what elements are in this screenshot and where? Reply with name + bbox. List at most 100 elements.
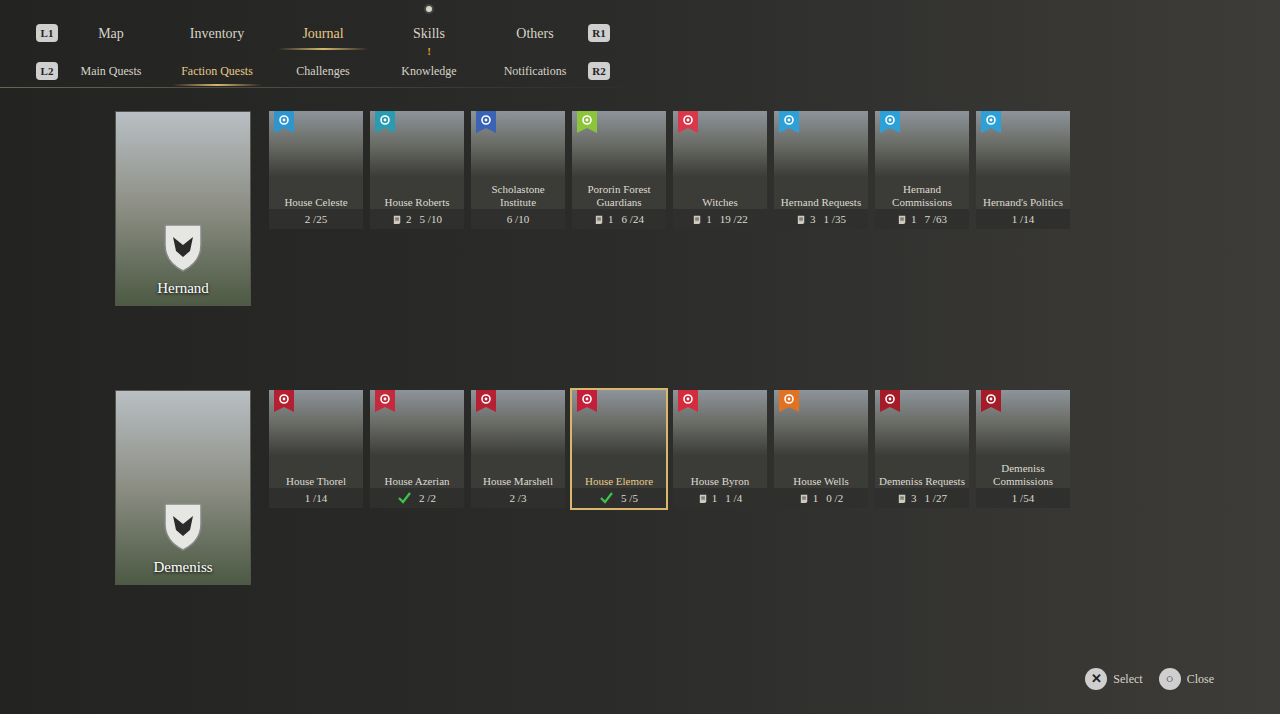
tab[interactable]: Others <box>482 18 588 48</box>
faction-banner-icon <box>981 111 1001 135</box>
scroll-icon <box>692 214 703 225</box>
region-name: Hernand <box>157 277 209 300</box>
new-count: 1 <box>594 211 614 228</box>
region-row: Hernand House Celeste 2 /25 House Roberts25… <box>115 111 1280 306</box>
faction-title: House Azerian <box>384 475 449 488</box>
faction-card[interactable]: Hernand Commissions17 /63 <box>875 111 969 229</box>
subtab-bar: L2Main QuestsFaction QuestsChallenges!Kn… <box>0 58 1280 84</box>
faction-banner-icon <box>880 111 900 135</box>
faction-card[interactable]: House Marshell 2 /3 <box>471 390 565 508</box>
faction-title: House Byron <box>691 475 749 488</box>
faction-progress: 1 /27 <box>925 490 947 507</box>
faction-card[interactable]: House Byron 1 1 /4 <box>673 390 767 508</box>
faction-progress: 2 /3 <box>510 490 527 507</box>
faction-banner-icon <box>779 111 799 135</box>
subtab[interactable]: Faction Quests <box>164 58 270 84</box>
faction-card[interactable]: House Azerian 2 /2 <box>370 390 464 508</box>
faction-card[interactable]: House Celeste 2 /25 <box>269 111 363 229</box>
region-image: Demeniss <box>116 391 250 584</box>
faction-progress: 1 /35 <box>824 211 846 228</box>
faction-card[interactable]: Demeniss Requests31 /27 <box>875 390 969 508</box>
tab-bar: L1MapInventoryJournalSkillsOthersR1 <box>0 18 1280 48</box>
region-image: Hernand <box>116 112 250 305</box>
new-count: 3 <box>897 490 917 507</box>
faction-title: House Wells <box>793 475 848 488</box>
scroll-icon <box>897 493 908 504</box>
faction-progress: 6 /10 <box>507 211 529 228</box>
new-count: 3 <box>796 211 816 228</box>
faction-banner-icon <box>678 111 698 135</box>
region-card[interactable]: Demeniss <box>115 390 251 585</box>
tab[interactable]: Inventory <box>164 18 270 48</box>
faction-card[interactable]: House Roberts25 /10 <box>370 111 464 229</box>
faction-banner-icon <box>577 390 597 414</box>
faction-card[interactable]: Demeniss Commissions1 /54 <box>976 390 1070 508</box>
tab[interactable]: Journal <box>270 18 376 48</box>
notice-mark: ! <box>427 46 431 57</box>
faction-banner-icon <box>274 111 294 135</box>
scroll-icon <box>594 214 605 225</box>
faction-progress: 0 /2 <box>826 490 843 507</box>
selected-underline <box>172 84 262 86</box>
tab[interactable]: Skills <box>376 18 482 48</box>
faction-banner-icon <box>476 111 496 135</box>
faction-card[interactable]: Witches119 /22 <box>673 111 767 229</box>
check-icon <box>600 492 613 504</box>
subtab[interactable]: Challenges <box>270 58 376 84</box>
faction-progress: 6 /24 <box>622 211 644 228</box>
faction-card[interactable]: House Elemore 5 /5 <box>572 390 666 508</box>
region-crest-icon <box>161 221 205 273</box>
faction-progress: 19 /22 <box>720 211 748 228</box>
new-count: 1 <box>698 490 718 507</box>
region-card[interactable]: Hernand <box>115 111 251 306</box>
faction-title: House Thorel <box>286 475 346 488</box>
notice-icon <box>424 4 434 14</box>
right-key[interactable]: R1 <box>588 24 610 42</box>
faction-card[interactable]: Scholastone Institute6 /10 <box>471 111 565 229</box>
faction-progress: 5 /10 <box>420 211 442 228</box>
subtab[interactable]: Notifications <box>482 58 588 84</box>
faction-banner-icon <box>375 390 395 414</box>
region-name: Demeniss <box>153 556 212 579</box>
tab[interactable]: Map <box>58 18 164 48</box>
journal-screen: L1MapInventoryJournalSkillsOthersR1 L2Mai… <box>0 0 1280 714</box>
faction-card[interactable]: Hernand Requests31 /35 <box>774 111 868 229</box>
faction-banner-icon <box>981 390 1001 414</box>
faction-progress: 1 /4 <box>725 490 742 507</box>
faction-card[interactable]: Hernand's Politics 1 /14 <box>976 111 1070 229</box>
faction-banner-icon <box>577 111 597 135</box>
scroll-icon <box>392 214 403 225</box>
faction-banner-icon <box>880 390 900 414</box>
faction-progress: 2 /2 <box>419 490 436 507</box>
button-hint[interactable]: ○Close <box>1159 668 1214 690</box>
faction-title: House Celeste <box>284 196 347 209</box>
faction-card[interactable]: House Wells10 /2 <box>774 390 868 508</box>
faction-banner-icon <box>779 390 799 414</box>
check-icon <box>398 492 411 504</box>
subtab[interactable]: Main Quests <box>58 58 164 84</box>
faction-banner-icon <box>678 390 698 414</box>
left-key[interactable]: L2 <box>36 62 58 80</box>
faction-progress: 2 /25 <box>305 211 327 228</box>
faction-card[interactable]: Pororin Forest Guardians16 /24 <box>572 111 666 229</box>
button-hint[interactable]: ✕Select <box>1085 668 1142 690</box>
faction-card[interactable]: House Thorel 1 /14 <box>269 390 363 508</box>
faction-banner-icon <box>274 390 294 414</box>
new-count: 1 <box>692 211 712 228</box>
scroll-icon <box>698 493 709 504</box>
subtab[interactable]: !Knowledge <box>376 58 482 84</box>
button-key: ✕ <box>1085 668 1107 690</box>
faction-title: House Elemore <box>585 475 653 488</box>
scroll-icon <box>796 214 807 225</box>
region-row: Demeniss House Thorel 1 /14 House Azerian 2 … <box>115 390 1280 585</box>
region-crest-icon <box>161 500 205 552</box>
faction-title: Hernand's Politics <box>983 196 1063 209</box>
left-key[interactable]: L1 <box>36 24 58 42</box>
faction-title: House Roberts <box>384 196 449 209</box>
faction-title: House Marshell <box>483 475 553 488</box>
faction-progress: 1 /14 <box>1012 211 1034 228</box>
faction-progress: 5 /5 <box>621 490 638 507</box>
right-key[interactable]: R2 <box>588 62 610 80</box>
faction-progress: 1 /14 <box>305 490 327 507</box>
selected-underline <box>278 48 368 50</box>
